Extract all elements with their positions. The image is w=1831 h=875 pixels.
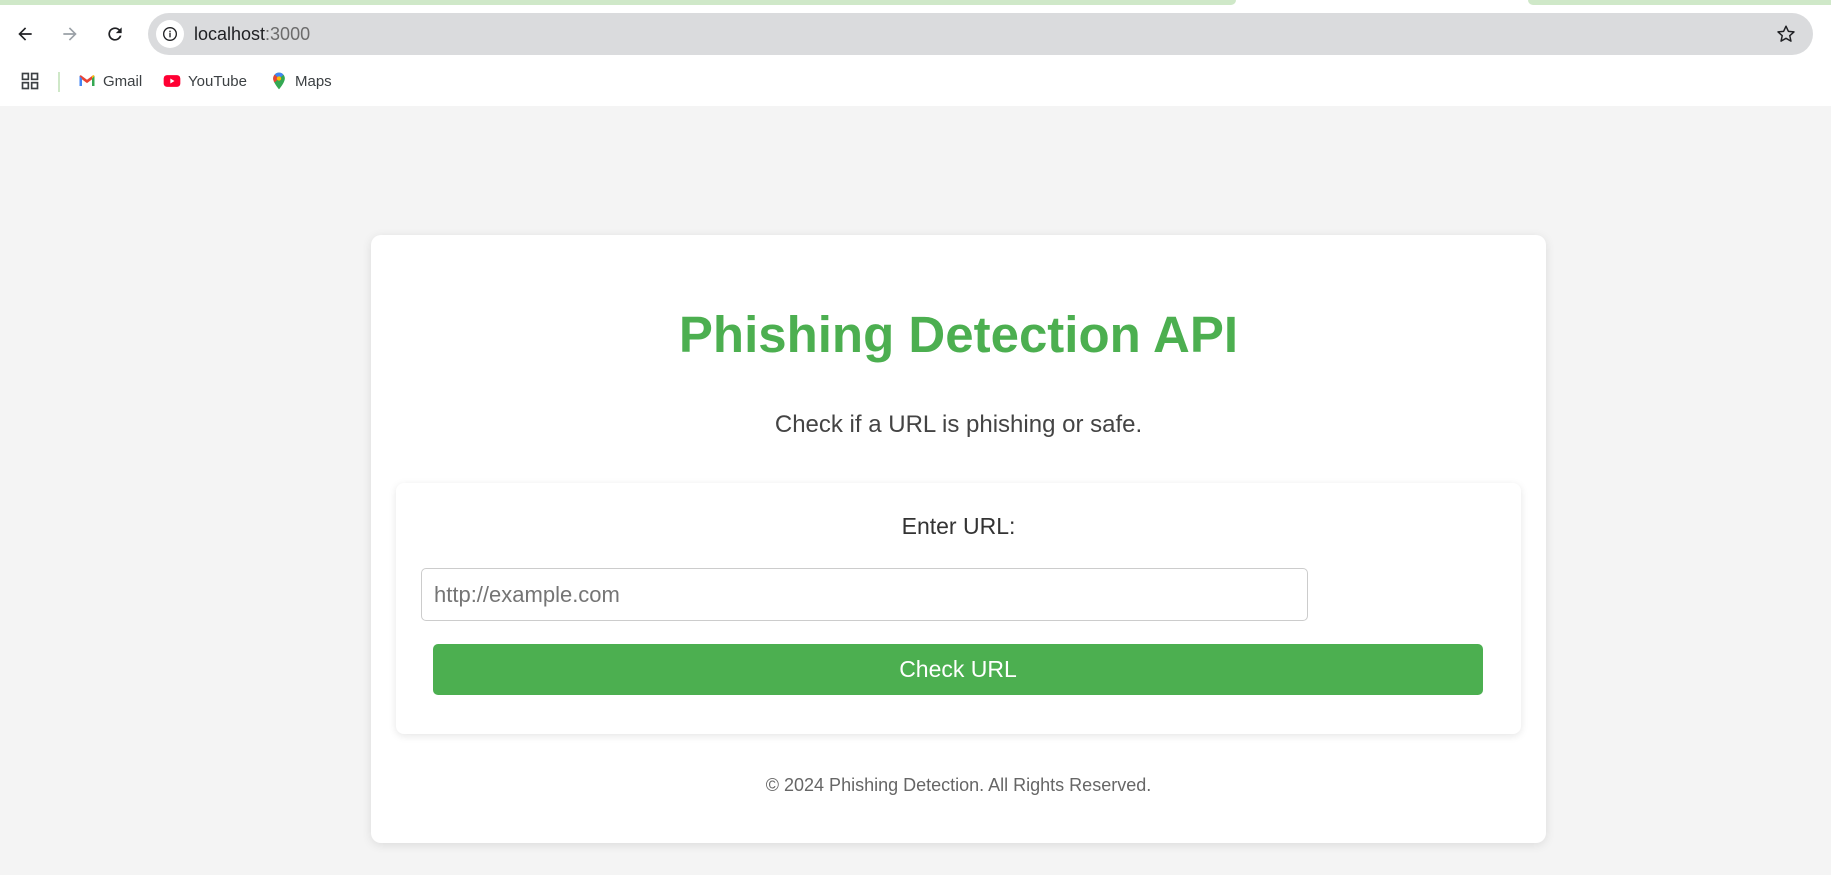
address-bar[interactable]: localhost:3000 <box>148 13 1813 55</box>
forward-arrow-icon <box>63 27 77 41</box>
tab-strip-left[interactable] <box>0 0 1236 5</box>
forward-button[interactable] <box>53 17 87 51</box>
youtube-icon <box>163 75 181 87</box>
bookmarks-bar: Gmail YouTube Maps <box>0 64 1831 98</box>
browser-chrome: localhost:3000 Gmail YouTube Maps <box>0 0 1831 106</box>
tab-strip <box>0 0 1831 6</box>
bookmark-gmail[interactable]: Gmail <box>77 68 142 94</box>
bookmark-maps-label: Maps <box>295 72 332 90</box>
site-info-icon[interactable] <box>156 20 184 48</box>
bookmark-star-icon[interactable] <box>1775 23 1797 45</box>
gmail-icon <box>79 75 95 86</box>
url-check-form: Enter URL: Check URL <box>396 483 1521 734</box>
tab-strip-right[interactable] <box>1528 0 1831 5</box>
url-field-label: Enter URL: <box>901 513 1016 539</box>
url-input[interactable] <box>421 568 1308 621</box>
maps-icon <box>273 72 285 90</box>
bookmarks-divider <box>58 72 60 92</box>
apps-grid-icon <box>21 72 39 90</box>
back-arrow-icon <box>18 27 32 41</box>
bookmark-youtube-label: YouTube <box>188 72 247 90</box>
bookmark-gmail-label: Gmail <box>103 72 143 90</box>
bookmark-youtube[interactable]: YouTube <box>162 68 247 94</box>
reload-icon <box>108 27 122 41</box>
page-viewport: Phishing Detection API Check if a URL is… <box>0 106 1831 875</box>
page-title: Phishing Detection API <box>678 306 1239 363</box>
bookmark-maps[interactable]: Maps <box>269 68 332 94</box>
apps-button[interactable] <box>20 68 40 94</box>
address-url[interactable]: localhost:3000 <box>194 24 310 45</box>
url-port: :3000 <box>265 24 311 44</box>
url-host: localhost <box>194 24 266 44</box>
back-button[interactable] <box>8 17 42 51</box>
page-subtitle: Check if a URL is phishing or safe. <box>774 411 1143 438</box>
check-url-button[interactable]: Check URL <box>433 644 1483 695</box>
reload-button[interactable] <box>98 17 132 51</box>
page-footer: © 2024 Phishing Detection. All Rights Re… <box>765 775 1152 795</box>
main-card: Phishing Detection API Check if a URL is… <box>371 235 1546 843</box>
